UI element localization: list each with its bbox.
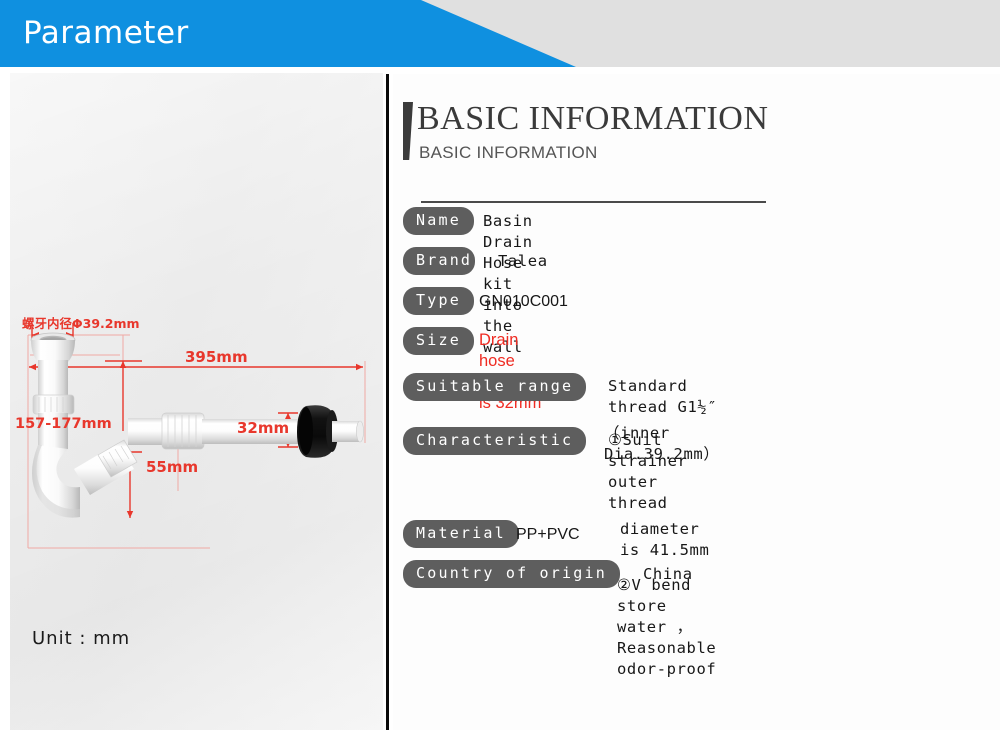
- panel-divider: [386, 74, 389, 730]
- dim-outlet-height: 55mm: [146, 458, 199, 476]
- basic-information-panel: BASIC INFORMATION BASIC INFORMATION Name…: [393, 74, 1000, 730]
- spec-row: Characteristic ①Suit strainer outer threa…: [403, 427, 716, 678]
- spec-row: SizeDrain hose diameter is 32mm: [403, 327, 543, 412]
- spec-value-wrap: Drain hose diameter is 32mm: [479, 330, 543, 414]
- dim-thread-inner-diameter: 螺牙内径Φ39.2mm: [22, 316, 140, 331]
- spec-value-wrap: PP+PVC: [516, 524, 580, 545]
- spec-value-wrap: GN010C001: [479, 291, 568, 312]
- spec-value-wrap: Talea: [498, 251, 548, 272]
- spec-value-line: PP+PVC: [516, 526, 580, 543]
- header-banner: Parameter: [0, 0, 1000, 67]
- spec-label-suitable-range: Suitable range: [403, 373, 587, 401]
- spec-label-size: Size: [403, 327, 474, 355]
- spec-label-country-of-origin: Country of origin: [403, 560, 620, 588]
- spec-row: Material PP+PVC: [403, 520, 580, 548]
- spec-row: Brand Talea: [403, 247, 547, 275]
- heading-subtitle: BASIC INFORMATION: [419, 143, 598, 162]
- product-parameter-page: Parameter Unit: mm 螺牙内径Φ39.2mm 395mm 15…: [0, 0, 1000, 738]
- spec-row: Type GN010C001: [403, 287, 568, 315]
- spec-label-brand: Brand: [403, 247, 475, 275]
- heading-divider-rule: [421, 201, 766, 203]
- dim-hose-diameter: 32mm: [237, 419, 290, 437]
- heading-title: BASIC INFORMATION: [417, 100, 769, 137]
- spec-label-characteristic: Characteristic: [403, 427, 587, 455]
- spec-row: Suitable range Standard thread G1½″ （inner…: [403, 373, 719, 463]
- spec-row: Country of origin China: [403, 560, 692, 588]
- spec-value-wrap: ①Suit strainer outer thread diameter is 4…: [608, 430, 716, 680]
- spec-value-line: Talea: [498, 252, 548, 270]
- spec-label-name: Name: [403, 207, 474, 235]
- page-title: Parameter: [23, 15, 189, 51]
- spec-value-line: ②V bend store water ， Reasonable odor-pr…: [617, 576, 727, 678]
- dim-total-length: 395mm: [185, 348, 248, 366]
- product-image-panel: Unit : mm 螺牙内径Φ39.2mm 395mm 157-177mm 32…: [10, 73, 383, 730]
- spec-row: Name Basin Drain Hose kit into the wall: [403, 207, 532, 356]
- spec-value-line: GN010C001: [479, 293, 568, 310]
- spec-value-line: Standard thread G1½″: [608, 377, 718, 416]
- spec-value-line: diameter is 41.5mm: [620, 520, 710, 559]
- spec-value-line: ①Suit strainer outer thread: [608, 431, 698, 512]
- spec-value-line: China: [643, 565, 693, 583]
- spec-label-type: Type: [403, 287, 474, 315]
- spec-value-wrap: China: [643, 564, 693, 585]
- spec-label-material: Material: [403, 520, 519, 548]
- dim-height-range: 157-177mm: [15, 416, 112, 432]
- spec-value-line: Drain hose diameter is 32mm: [479, 331, 543, 412]
- heading-accent-bar: [403, 102, 413, 160]
- unit-label: Unit : mm: [32, 628, 131, 649]
